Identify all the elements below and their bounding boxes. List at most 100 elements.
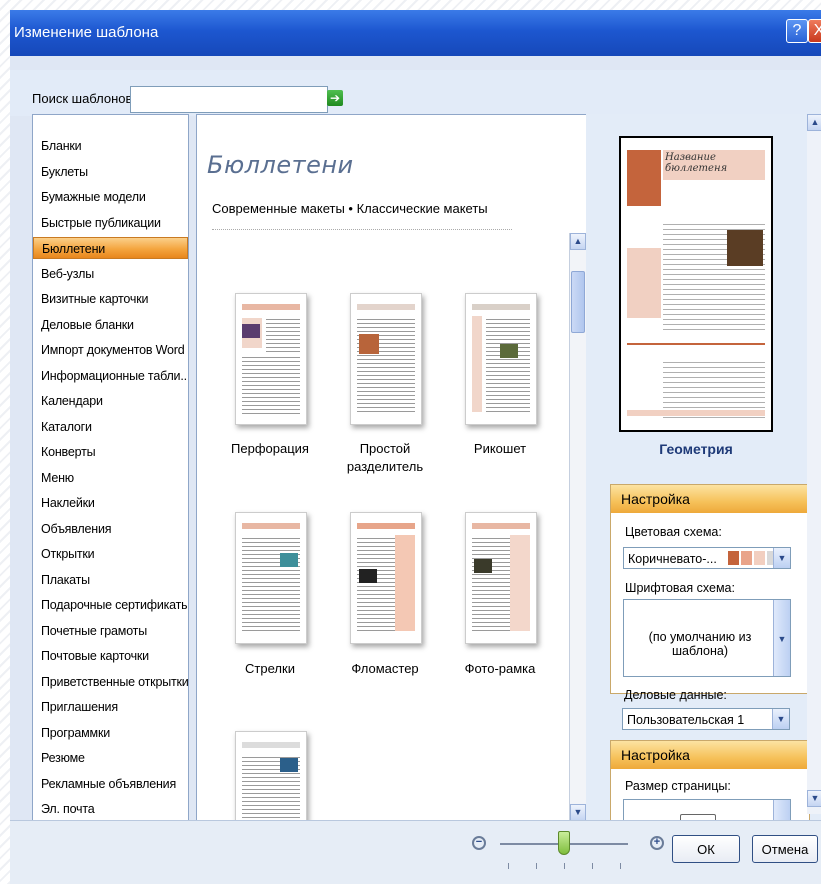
swatch-1: [728, 551, 739, 565]
template-label: Фломастер: [351, 661, 419, 676]
category-item[interactable]: Буклеты: [33, 161, 188, 183]
swatch-2: [741, 551, 752, 565]
category-item[interactable]: Эл. почта: [33, 798, 188, 820]
title-bar: Изменение шаблона ? X: [10, 10, 821, 56]
category-item[interactable]: Календари: [33, 390, 188, 412]
color-scheme-label: Цветовая схема:: [625, 525, 722, 539]
zoom-out-icon[interactable]: −: [472, 836, 486, 850]
category-item[interactable]: Наклейки: [33, 492, 188, 514]
chevron-down-icon[interactable]: ▼: [773, 600, 790, 676]
chevron-down-icon[interactable]: ▼: [773, 548, 790, 568]
category-item[interactable]: Плакаты: [33, 569, 188, 591]
template-gallery: Бюллетени Современные макеты • Классичес…: [196, 114, 588, 822]
font-scheme-label: Шрифтовая схема:: [625, 581, 735, 595]
scroll-down-icon[interactable]: ▼: [570, 804, 586, 821]
options-panel: Настройка Размер страницы:: [610, 740, 810, 839]
category-item[interactable]: Веб-узлы: [33, 263, 188, 285]
business-info-label: Деловые данные:: [624, 688, 727, 702]
category-item[interactable]: Деловые бланки: [33, 314, 188, 336]
search-label: Поиск шаблонов:: [32, 91, 137, 106]
zoom-tick: [592, 863, 593, 869]
category-item[interactable]: Подарочные сертификаты: [33, 594, 188, 616]
ok-button[interactable]: ОК: [672, 835, 740, 863]
category-item[interactable]: Приветственные открытки: [33, 671, 188, 693]
tab-separator: •: [348, 201, 353, 216]
category-item[interactable]: Приглашения: [33, 696, 188, 718]
pane-scrollbar[interactable]: ▲ ▼: [807, 114, 821, 814]
template-label-line: разделитель: [346, 459, 424, 474]
gallery-heading: Бюллетени: [207, 151, 354, 179]
category-item[interactable]: Объявления: [33, 518, 188, 540]
cancel-button[interactable]: Отмена: [752, 835, 818, 863]
preview-pane: Название бюллетеня Геометрия Настройка Ц…: [586, 114, 821, 839]
scroll-down-icon[interactable]: ▼: [807, 790, 821, 807]
color-scheme-value: Коричневато-...: [628, 552, 717, 566]
template-label-line: Простой: [359, 441, 411, 456]
template-label: Стрелки: [245, 661, 295, 676]
customize-header[interactable]: Настройка: [611, 485, 809, 513]
search-bar: Поиск шаблонов: ➔: [10, 70, 821, 116]
font-scheme-value: (по умолчанию из шаблона): [648, 630, 752, 658]
template-thumbnail[interactable]: [350, 512, 422, 644]
category-item[interactable]: Почетные грамоты: [33, 620, 188, 642]
help-button[interactable]: ?: [786, 19, 808, 43]
chevron-down-icon[interactable]: ▼: [772, 709, 789, 729]
change-template-dialog: Изменение шаблона ? X Поиск шаблонов: ➔ …: [10, 10, 821, 884]
tab-modern-layouts[interactable]: Современные макеты: [212, 201, 345, 216]
business-info-value: Пользовательская 1: [627, 713, 745, 727]
category-item[interactable]: Информационные табли...: [33, 365, 188, 387]
category-item[interactable]: Рекламные объявления: [33, 773, 188, 795]
search-go-icon[interactable]: ➔: [327, 90, 343, 106]
preview-title: Название бюллетеня: [665, 152, 728, 174]
category-item[interactable]: Конверты: [33, 441, 188, 463]
gallery-divider: [212, 229, 512, 232]
zoom-tick: [536, 863, 537, 869]
template-thumbnail[interactable]: [465, 293, 537, 425]
template-thumbnail[interactable]: [350, 293, 422, 425]
category-item[interactable]: Почтовые карточки: [33, 645, 188, 667]
category-item[interactable]: Открытки: [33, 543, 188, 565]
zoom-tick: [564, 863, 565, 869]
customize-panel: Настройка Цветовая схема: Коричневато-..…: [610, 484, 810, 694]
preview-template-name: Геометрия: [659, 441, 733, 457]
template-thumbnail[interactable]: [235, 731, 307, 821]
dialog-footer: − + ОК Отмена: [10, 820, 821, 884]
category-item[interactable]: Импорт документов Word: [33, 339, 188, 361]
category-item[interactable]: Резюме: [33, 747, 188, 769]
color-scheme-dropdown[interactable]: Коричневато-... ▼: [623, 547, 791, 569]
category-item[interactable]: Программки: [33, 722, 188, 744]
dialog-title: Изменение шаблона: [14, 24, 159, 41]
category-item[interactable]: Меню: [33, 467, 188, 489]
options-header[interactable]: Настройка: [611, 741, 809, 769]
business-info-dropdown[interactable]: Пользовательская 1 ▼: [622, 708, 790, 730]
scroll-thumb[interactable]: [571, 271, 585, 333]
template-label: Простой разделитель: [335, 440, 435, 476]
template-preview: Название бюллетеня: [619, 136, 773, 432]
layout-tabs: Современные макеты • Классические макеты: [212, 201, 488, 216]
zoom-in-icon[interactable]: +: [650, 836, 664, 850]
category-item[interactable]: Быстрые публикации: [33, 212, 188, 234]
category-item[interactable]: Бумажные модели: [33, 186, 188, 208]
template-thumbnail[interactable]: [465, 512, 537, 644]
category-item[interactable]: Бюллетени: [33, 237, 188, 259]
category-list: Бланки Буклеты Бумажные модели Быстрые публ…: [32, 114, 189, 822]
search-input[interactable]: [130, 86, 328, 113]
close-button[interactable]: X: [808, 19, 821, 43]
template-thumbnail[interactable]: [235, 512, 307, 644]
zoom-slider-knob[interactable]: [558, 831, 570, 855]
font-scheme-list[interactable]: (по умолчанию из шаблона) ▼: [623, 599, 791, 677]
zoom-tick: [620, 863, 621, 869]
template-label: Фото-рамка: [464, 661, 536, 676]
category-item[interactable]: Каталоги: [33, 416, 188, 438]
swatch-3: [754, 551, 765, 565]
template-label: Рикошет: [473, 441, 527, 456]
page-size-label: Размер страницы:: [625, 779, 731, 793]
scroll-up-icon[interactable]: ▲: [570, 233, 586, 250]
scroll-up-icon[interactable]: ▲: [807, 114, 821, 131]
tab-classic-layouts[interactable]: Классические макеты: [357, 201, 488, 216]
category-item[interactable]: Визитные карточки: [33, 288, 188, 310]
template-thumbnail[interactable]: [235, 293, 307, 425]
gallery-scrollbar[interactable]: ▲ ▼: [569, 233, 587, 821]
category-item[interactable]: Бланки: [33, 135, 188, 157]
zoom-tick: [508, 863, 509, 869]
